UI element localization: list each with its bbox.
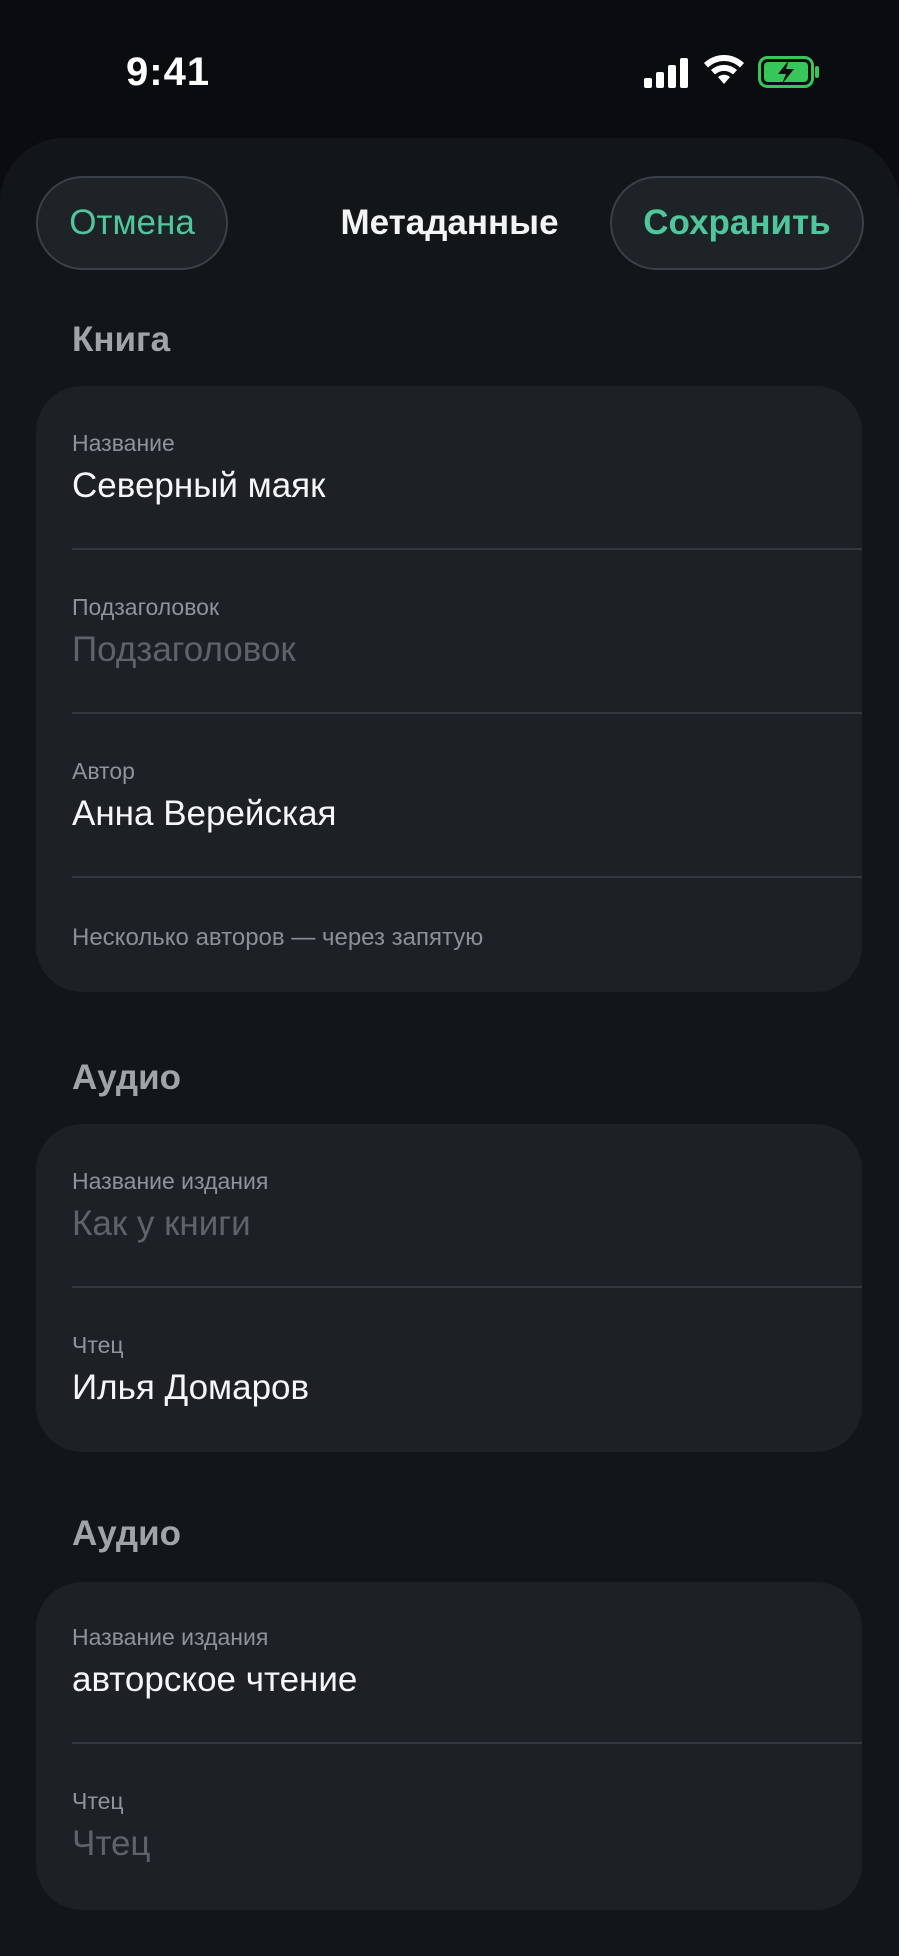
book-card: Название Северный маяк Подзаголовок Подз…	[36, 386, 862, 992]
section-title-audio: Аудио	[72, 1514, 181, 1553]
audio-card-2: Название издания авторское чтение Чтец Ч…	[36, 1582, 862, 1910]
battery-charging-icon	[758, 56, 819, 88]
section-title-book: Книга	[72, 320, 171, 359]
narrator-input[interactable]: Илья Домаров	[72, 1368, 309, 1408]
screen: 9:41 Отмена Метаданные Сохранить Книга Н…	[0, 0, 899, 1956]
author-field[interactable]: Автор Анна Верейская	[72, 714, 826, 876]
narrator-input[interactable]: Чтец	[72, 1824, 150, 1864]
save-button[interactable]: Сохранить	[610, 176, 864, 270]
signal-icon	[644, 58, 688, 88]
divider	[72, 876, 862, 878]
nav-bar: Отмена Метаданные Сохранить	[0, 176, 899, 272]
cancel-button[interactable]: Отмена	[36, 176, 228, 270]
author-hint: Несколько авторов — через запятую	[72, 924, 484, 951]
edition-input[interactable]: Как у книги	[72, 1204, 251, 1244]
status-time: 9:41	[126, 50, 211, 94]
subtitle-label: Подзаголовок	[72, 594, 220, 620]
subtitle-input[interactable]: Подзаголовок	[72, 630, 296, 670]
wifi-icon	[704, 55, 744, 84]
narrator-field[interactable]: Чтец Илья Домаров	[72, 1288, 826, 1450]
author-input[interactable]: Анна Верейская	[72, 794, 336, 834]
narrator-field[interactable]: Чтец Чтец	[72, 1744, 826, 1906]
title-input[interactable]: Северный маяк	[72, 466, 325, 506]
status-bar: 9:41	[0, 0, 899, 140]
author-label: Автор	[72, 758, 135, 784]
subtitle-field[interactable]: Подзаголовок Подзаголовок	[72, 550, 826, 712]
audio-card-1: Название издания Как у книги Чтец Илья Д…	[36, 1124, 862, 1452]
narrator-label: Чтец	[72, 1788, 124, 1814]
title-field[interactable]: Название Северный маяк	[72, 386, 826, 548]
metadata-sheet: Отмена Метаданные Сохранить Книга Назван…	[0, 138, 899, 1956]
edition-field[interactable]: Название издания Как у книги	[72, 1124, 826, 1286]
narrator-label: Чтец	[72, 1332, 124, 1358]
edition-label: Название издания	[72, 1624, 269, 1650]
section-title-audio: Аудио	[72, 1058, 181, 1097]
title-label: Название	[72, 430, 175, 456]
edition-label: Название издания	[72, 1168, 269, 1194]
edition-field[interactable]: Название издания авторское чтение	[72, 1582, 826, 1744]
edition-input[interactable]: авторское чтение	[72, 1660, 357, 1700]
